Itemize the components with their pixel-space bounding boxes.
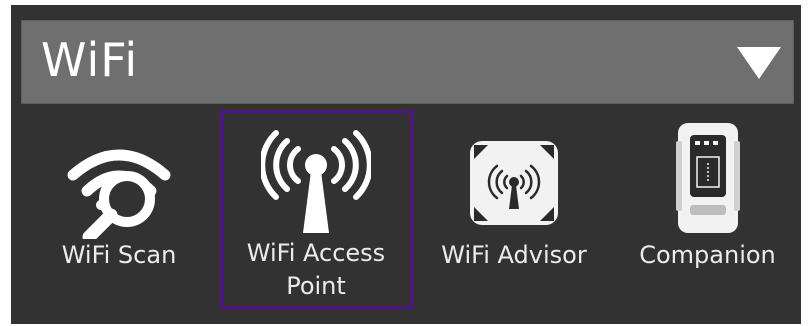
app-label-wifi-scan: WiFi Scan [61,241,177,269]
app-label-wifi-access-point-line1: WiFi Access [246,239,386,267]
app-label-wifi-access-point-line2: Point [286,272,346,300]
companion-device-icon [675,123,740,233]
app-tile-companion[interactable]: Companion [614,109,801,309]
category-dropdown[interactable]: WiFi [21,20,794,104]
app-tile-wifi-scan[interactable]: WiFi Scan [21,109,217,309]
wifi-advisor-icon [470,141,558,225]
app-tile-wifi-advisor[interactable]: WiFi Advisor [416,109,612,309]
wifi-scan-icon [67,149,171,239]
triangle-down-icon[interactable] [734,43,784,83]
app-label-wifi-advisor: WiFi Advisor [441,241,587,269]
app-tile-wifi-access-point[interactable]: WiFi Access Point [219,109,413,309]
wifi-app-panel: WiFi WiFi Scan WiFi Access Point WiFi Ad… [11,5,801,324]
access-point-icon [261,130,371,233]
app-label-companion: Companion [639,241,776,269]
category-title: WiFi [41,33,139,87]
